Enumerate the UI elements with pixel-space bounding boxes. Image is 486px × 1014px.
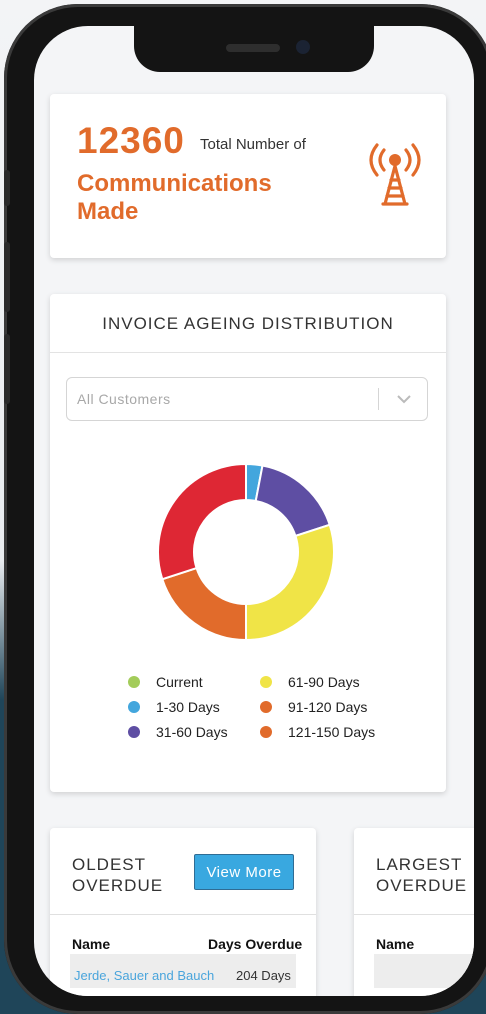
column-header-days-overdue: Days Overdue	[208, 936, 303, 952]
column-header-name: Name	[72, 936, 111, 952]
oldest-overdue-title: OLDEST OVERDUE	[72, 855, 164, 895]
customer-filter-value: All Customers	[77, 391, 171, 407]
legend-label: Current	[156, 674, 203, 690]
table-row[interactable]	[374, 954, 474, 988]
legend-dot	[128, 701, 140, 713]
largest-overdue-title: LARGEST OVERDUE	[376, 855, 468, 895]
chevron-down-icon[interactable]	[395, 390, 413, 408]
front-camera	[296, 40, 310, 54]
legend-label: 121-150 Days	[288, 724, 376, 740]
legend-item-61-90: 61-90 Days	[260, 674, 360, 694]
donut-slice-31-60-days[interactable]	[254, 464, 331, 538]
days-overdue-value: 204 Days	[236, 968, 291, 983]
legend-item-current: Current	[128, 674, 203, 694]
legend-item-31-60: 31-60 Days	[128, 724, 228, 744]
app-screen: 12360 Total Number of Communications Mad…	[34, 26, 474, 996]
invoice-ageing-header: INVOICE AGEING DISTRIBUTION	[50, 294, 446, 353]
legend-dot	[260, 701, 272, 713]
legend-label: 1-30 Days	[156, 699, 220, 715]
legend-label: 91-120 Days	[288, 699, 368, 715]
donut-slice-121-150-days[interactable]	[157, 462, 247, 581]
phone-volume-up	[4, 242, 10, 312]
legend-dot	[128, 676, 140, 688]
phone-notch	[134, 26, 374, 72]
oldest-overdue-card: OLDEST OVERDUE View More Name Days Overd…	[50, 828, 316, 996]
customer-filter-select[interactable]: All Customers	[66, 377, 428, 421]
donut-slice-91-120-days[interactable]	[161, 566, 247, 642]
legend-item-121-150: 121-150 Days	[260, 724, 375, 744]
legend-dot	[128, 726, 140, 738]
legend-label: 31-60 Days	[156, 724, 228, 740]
legend-item-1-30: 1-30 Days	[128, 699, 220, 719]
radio-tower-icon	[369, 143, 421, 206]
invoice-ageing-title: INVOICE AGEING DISTRIBUTION	[102, 314, 394, 333]
legend-dot	[260, 676, 272, 688]
view-more-button[interactable]: View More	[194, 854, 294, 890]
speaker-grill	[226, 44, 280, 52]
phone-side-button	[4, 170, 10, 206]
total-number-label: Total Number of	[200, 136, 306, 153]
card-divider	[50, 914, 316, 915]
legend-label: 61-90 Days	[288, 674, 360, 690]
customer-name-link[interactable]: Jerde, Sauer and Bauch	[74, 968, 214, 983]
card-divider	[354, 914, 474, 915]
invoice-ageing-donut-chart	[157, 462, 335, 642]
legend-item-91-120: 91-120 Days	[260, 699, 367, 719]
phone-frame: 12360 Total Number of Communications Mad…	[4, 4, 486, 1014]
largest-overdue-card: LARGEST OVERDUE Name	[354, 828, 474, 996]
column-header-name: Name	[376, 936, 415, 952]
communications-made-label: Communications Made	[77, 170, 272, 225]
communications-count: 12360	[77, 120, 185, 161]
donut-slice-61-90-days[interactable]	[245, 523, 335, 642]
select-separator	[378, 388, 379, 410]
phone-volume-down	[4, 334, 10, 404]
legend-dot	[260, 726, 272, 738]
invoice-ageing-card: INVOICE AGEING DISTRIBUTION All Customer…	[50, 294, 446, 792]
communications-card: 12360 Total Number of Communications Mad…	[50, 94, 446, 258]
